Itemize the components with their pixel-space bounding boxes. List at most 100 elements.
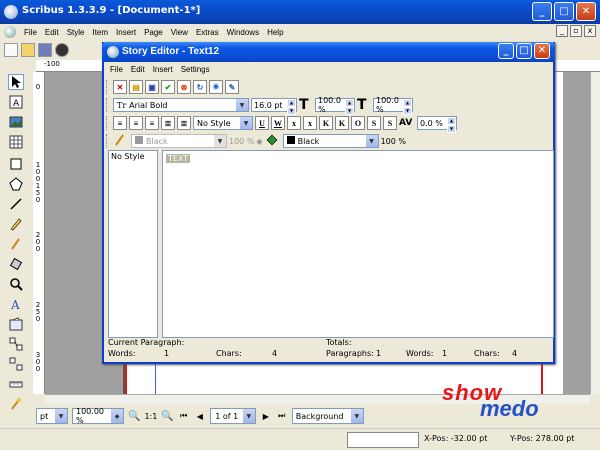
list-item[interactable]: No Style <box>109 151 157 162</box>
underline-words-icon[interactable]: W <box>271 116 285 130</box>
minimize-button[interactable]: _ <box>532 2 552 21</box>
selected-text[interactable]: TEXT <box>166 154 191 163</box>
doc-restore-button[interactable]: ▫ <box>570 25 582 37</box>
freehand-icon[interactable] <box>8 236 24 252</box>
align-forced-icon[interactable]: ≣ <box>177 116 191 130</box>
menu-edit[interactable]: Edit <box>41 28 63 37</box>
menu-view[interactable]: View <box>167 28 192 37</box>
spin-arrows-icon[interactable]: ▲ ▼ <box>287 99 296 115</box>
underline-icon[interactable]: U <box>255 116 269 130</box>
spin-arrows-icon[interactable]: ▲ ▼ <box>403 99 412 115</box>
link-frames-icon[interactable] <box>8 336 24 352</box>
close-button[interactable]: ✕ <box>576 2 596 21</box>
line-icon[interactable] <box>8 196 24 212</box>
fill-color-select[interactable]: Black ▼ <box>282 134 379 148</box>
copy-properties-icon[interactable] <box>8 396 24 412</box>
se-maximize-button[interactable]: □ <box>516 43 532 59</box>
new-document-icon[interactable] <box>4 43 18 57</box>
unit-select[interactable]: pt ▼ <box>36 408 68 424</box>
save-icon[interactable] <box>38 43 52 57</box>
zoom-icon[interactable]: 🔍 <box>128 411 140 422</box>
doc-minimize-button[interactable]: _ <box>556 25 568 37</box>
reload-icon[interactable]: ▤ <box>129 80 143 94</box>
close-doc-icon[interactable] <box>55 43 69 57</box>
menu-file[interactable]: File <box>20 28 41 37</box>
menu-insert[interactable]: Insert <box>112 28 140 37</box>
small-caps-icon[interactable]: K <box>335 116 349 130</box>
scale-width-input[interactable]: 100.0 % ▲ ▼ <box>315 96 355 115</box>
page-select[interactable]: 1 of 1 ▼ <box>209 408 256 424</box>
story-editor-icon[interactable] <box>8 316 24 332</box>
scale-height-icon: T <box>357 97 367 113</box>
v-ruler-label: 0 <box>35 196 41 204</box>
doc-close-button[interactable]: x <box>584 25 596 37</box>
se-menu-settings[interactable]: Settings <box>177 65 214 74</box>
document-icon <box>4 26 16 38</box>
zoom-in-icon[interactable]: 🔍 <box>161 411 173 422</box>
previous-page-icon[interactable]: ◀ <box>194 409 206 423</box>
open-folder-icon[interactable] <box>21 43 35 57</box>
menu-page[interactable]: Page <box>140 28 167 37</box>
menu-extras[interactable]: Extras <box>192 28 223 37</box>
font-select[interactable]: Tr Arial Bold ▼ <box>113 98 249 112</box>
se-menu-edit[interactable]: Edit <box>127 65 149 74</box>
menu-style[interactable]: Style <box>63 28 89 37</box>
image-frame-icon[interactable] <box>8 114 24 130</box>
tracking-input[interactable]: 0.0 % ▲ ▼ <box>417 116 457 133</box>
menu-help[interactable]: Help <box>263 28 287 37</box>
save-icon[interactable]: ▣ <box>145 80 159 94</box>
se-close-button[interactable]: ✕ <box>534 43 550 59</box>
align-left-icon[interactable]: ≡ <box>113 116 127 130</box>
clear-text-icon[interactable]: ✕ <box>113 80 127 94</box>
align-justify-icon[interactable]: ≣ <box>161 116 175 130</box>
story-text-area[interactable]: TEXT <box>162 150 554 338</box>
cancel-icon[interactable]: ⊗ <box>177 80 191 94</box>
shape-rect-icon[interactable] <box>8 156 24 172</box>
se-menu-insert[interactable]: Insert <box>149 65 177 74</box>
last-page-icon[interactable]: ⏭ <box>276 409 288 423</box>
zoom-input[interactable]: 100.00 % ◆ <box>72 407 124 425</box>
font-size-input[interactable]: 16.0 pt ▲ ▼ <box>251 98 297 115</box>
zoom-icon[interactable] <box>8 276 24 292</box>
zoom-ratio-button[interactable]: 1:1 <box>144 412 157 421</box>
stroke-color-select[interactable]: Black ▼ <box>131 134 227 148</box>
strikethrough-icon[interactable]: O <box>351 116 365 130</box>
shadow-icon[interactable]: S <box>383 116 397 130</box>
v-ruler-label: 0 <box>35 315 41 323</box>
measure-icon[interactable] <box>8 376 24 392</box>
subscript-icon[interactable]: x <box>287 116 301 130</box>
layer-select[interactable]: Background ▼ <box>291 408 364 424</box>
align-center-icon[interactable]: ≡ <box>129 116 143 130</box>
bezier-icon[interactable] <box>8 216 24 232</box>
spin-arrows-icon[interactable]: ▲ ▼ <box>345 99 354 115</box>
apply-changes-icon[interactable]: ✔ <box>161 80 175 94</box>
paragraph-styles-list[interactable]: No Style <box>108 150 158 338</box>
edit-text-icon[interactable]: A <box>8 296 24 312</box>
se-minimize-button[interactable]: _ <box>498 43 514 59</box>
se-menu-file[interactable]: File <box>106 65 127 74</box>
unlink-frames-icon[interactable] <box>8 356 24 372</box>
stroke-shade[interactable]: 100 % <box>229 137 254 146</box>
rotate-icon[interactable] <box>8 256 24 272</box>
menu-windows[interactable]: Windows <box>223 28 263 37</box>
polygon-icon[interactable] <box>8 176 24 192</box>
scale-height-input[interactable]: 100.0 % ▲ ▼ <box>373 96 413 115</box>
table-icon[interactable] <box>8 134 24 150</box>
maximize-button[interactable]: □ <box>554 2 574 21</box>
first-page-icon[interactable]: ⏮ <box>178 409 190 423</box>
next-page-icon[interactable]: ▶ <box>260 409 272 423</box>
all-caps-icon[interactable]: K <box>319 116 333 130</box>
select-tool-icon[interactable] <box>8 74 24 90</box>
menu-item[interactable]: Item <box>88 28 112 37</box>
paragraph-style-select[interactable]: No Style ▼ <box>193 116 253 130</box>
spin-arrows-icon[interactable]: ▲ ▼ <box>447 117 456 133</box>
edit-styles-icon[interactable]: ✎ <box>225 80 239 94</box>
fill-shade[interactable]: 100 % <box>381 137 406 146</box>
update-frame-icon[interactable]: ↻ <box>193 80 207 94</box>
search-replace-icon[interactable]: ⎈ <box>209 80 223 94</box>
text-frame-icon[interactable]: A <box>8 94 24 110</box>
vertical-scrollbar[interactable] <box>590 72 600 394</box>
align-right-icon[interactable]: ≡ <box>145 116 159 130</box>
outline-icon[interactable]: S <box>367 116 381 130</box>
superscript-icon[interactable]: x <box>303 116 317 130</box>
